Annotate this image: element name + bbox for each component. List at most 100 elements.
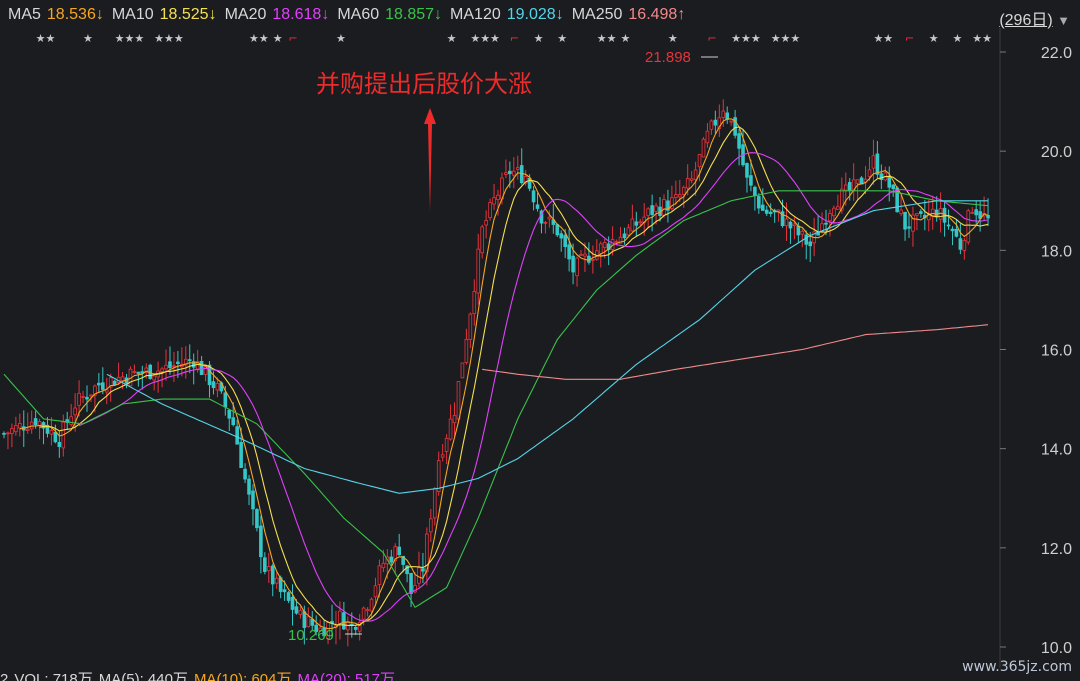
ma-legend-name: MA20 (224, 6, 267, 23)
candle-body (966, 210, 971, 243)
candle-body (199, 361, 204, 375)
signal-marker: ★★ (36, 32, 56, 45)
signal-marker: ⌐ (510, 32, 519, 45)
candle-body (432, 488, 437, 519)
candle-body (547, 216, 552, 220)
candle-body (53, 432, 58, 443)
candle-body (531, 190, 536, 203)
candle-body (69, 416, 73, 425)
candle-body (559, 233, 564, 239)
triangle-down-icon[interactable]: ▼ (1057, 13, 1070, 28)
volume-legend-item: MA(10): 604万 (193, 671, 292, 681)
candle-body (958, 238, 963, 250)
candle-body (377, 565, 382, 585)
candle-body (515, 167, 520, 170)
ma-legend-ma5: MA5 18.536 ↓ (8, 6, 104, 24)
signal-marker: ⌐ (707, 32, 716, 45)
candle-body (634, 221, 639, 226)
candle-body (685, 178, 690, 189)
signal-marker: ★ (929, 32, 939, 45)
ma-legend-value: 16.498 (628, 6, 678, 23)
arrow-down-icon: ↓ (208, 6, 217, 23)
candle-body (508, 170, 512, 175)
candle-body (342, 612, 346, 630)
candle-body (946, 224, 951, 227)
ma-legend-name: MA10 (111, 6, 154, 23)
candle-body (614, 241, 619, 243)
candle-body (104, 389, 109, 393)
ma-legend-ma10: MA10 18.525 ↓ (112, 6, 217, 24)
signal-marker: ★★ (249, 32, 269, 45)
candle-body (429, 518, 433, 533)
candle-body (235, 426, 239, 445)
candle-body (899, 209, 903, 214)
low-price-label: 10.269 (288, 627, 334, 644)
candle-body (887, 176, 892, 188)
candle-body (800, 230, 805, 235)
candle-body (6, 432, 10, 435)
candle-body (484, 220, 488, 226)
candle-body (381, 562, 386, 569)
volume-legend-item: MA(20): 517万 (297, 671, 396, 681)
signal-marker: ★ (83, 32, 93, 45)
ma-legend-name: MA5 (8, 6, 41, 23)
candle-body (891, 184, 895, 190)
ma-legend-name: MA120 (450, 6, 501, 23)
candle-body (290, 596, 295, 610)
candle-body (10, 428, 14, 434)
candle-body (448, 418, 453, 440)
ma-legend-value: 18.536 (46, 6, 96, 23)
ma-legend-ma120: MA120 19.028 ↓ (450, 6, 564, 24)
y-tick-label: 22.0 (1041, 45, 1072, 62)
candle-body (784, 218, 789, 227)
period-selector[interactable]: (296日) ▼ (999, 6, 1070, 30)
candle-body (286, 592, 291, 601)
ma-legend-value: 18.525 (159, 6, 209, 23)
candle-body (97, 382, 101, 386)
candle-body (239, 442, 243, 468)
signal-marker: ★ (336, 32, 346, 45)
period-label[interactable]: (296日) (999, 12, 1052, 29)
candle-body (512, 170, 516, 176)
candle-body (223, 392, 228, 408)
candle-body (294, 606, 299, 614)
candle-body (693, 169, 698, 180)
candle-body (373, 585, 378, 598)
ma250-line (482, 324, 989, 380)
high-price-label: 21.898 (645, 49, 691, 66)
signal-marker: ★ (447, 32, 457, 45)
candle-body (855, 179, 860, 184)
candle-body (753, 186, 757, 196)
y-tick-label: 14.0 (1041, 442, 1072, 459)
ma120-line (106, 200, 988, 494)
candle-body (112, 380, 117, 386)
candle-body (808, 241, 813, 247)
candle-body (57, 442, 62, 448)
candle-body (832, 207, 836, 217)
candle-body (207, 364, 212, 386)
candle-body (369, 598, 374, 612)
candle-body (227, 409, 232, 419)
signal-marker: ★★★ (470, 32, 500, 45)
candle-body (919, 211, 923, 214)
candle-body (792, 223, 797, 226)
candle-body (689, 178, 694, 181)
candle-body (828, 213, 832, 222)
arrow-down-icon: ↓ (95, 6, 104, 23)
signal-marker: ★ (273, 32, 283, 45)
candle-body (598, 243, 603, 254)
candle-body (270, 565, 275, 585)
volume-legend-item: MA(5): 440万 (98, 671, 188, 681)
candle-body (875, 153, 880, 175)
candle-body (302, 611, 307, 628)
candle-body (476, 248, 481, 294)
candle-body (970, 211, 975, 214)
candle-body (251, 490, 255, 510)
candle-body (120, 376, 125, 382)
candle-body (255, 509, 259, 529)
ma-legend-ma20: MA20 18.618 ↓ (225, 6, 330, 24)
candle-body (496, 194, 500, 200)
candle-body (440, 454, 445, 458)
candlestick-chart: 22.020.018.016.014.012.010.0★★ ★ ★★★ ★★★ ★★ ★… (2, 28, 1072, 668)
signal-marker: ★ (621, 32, 631, 45)
